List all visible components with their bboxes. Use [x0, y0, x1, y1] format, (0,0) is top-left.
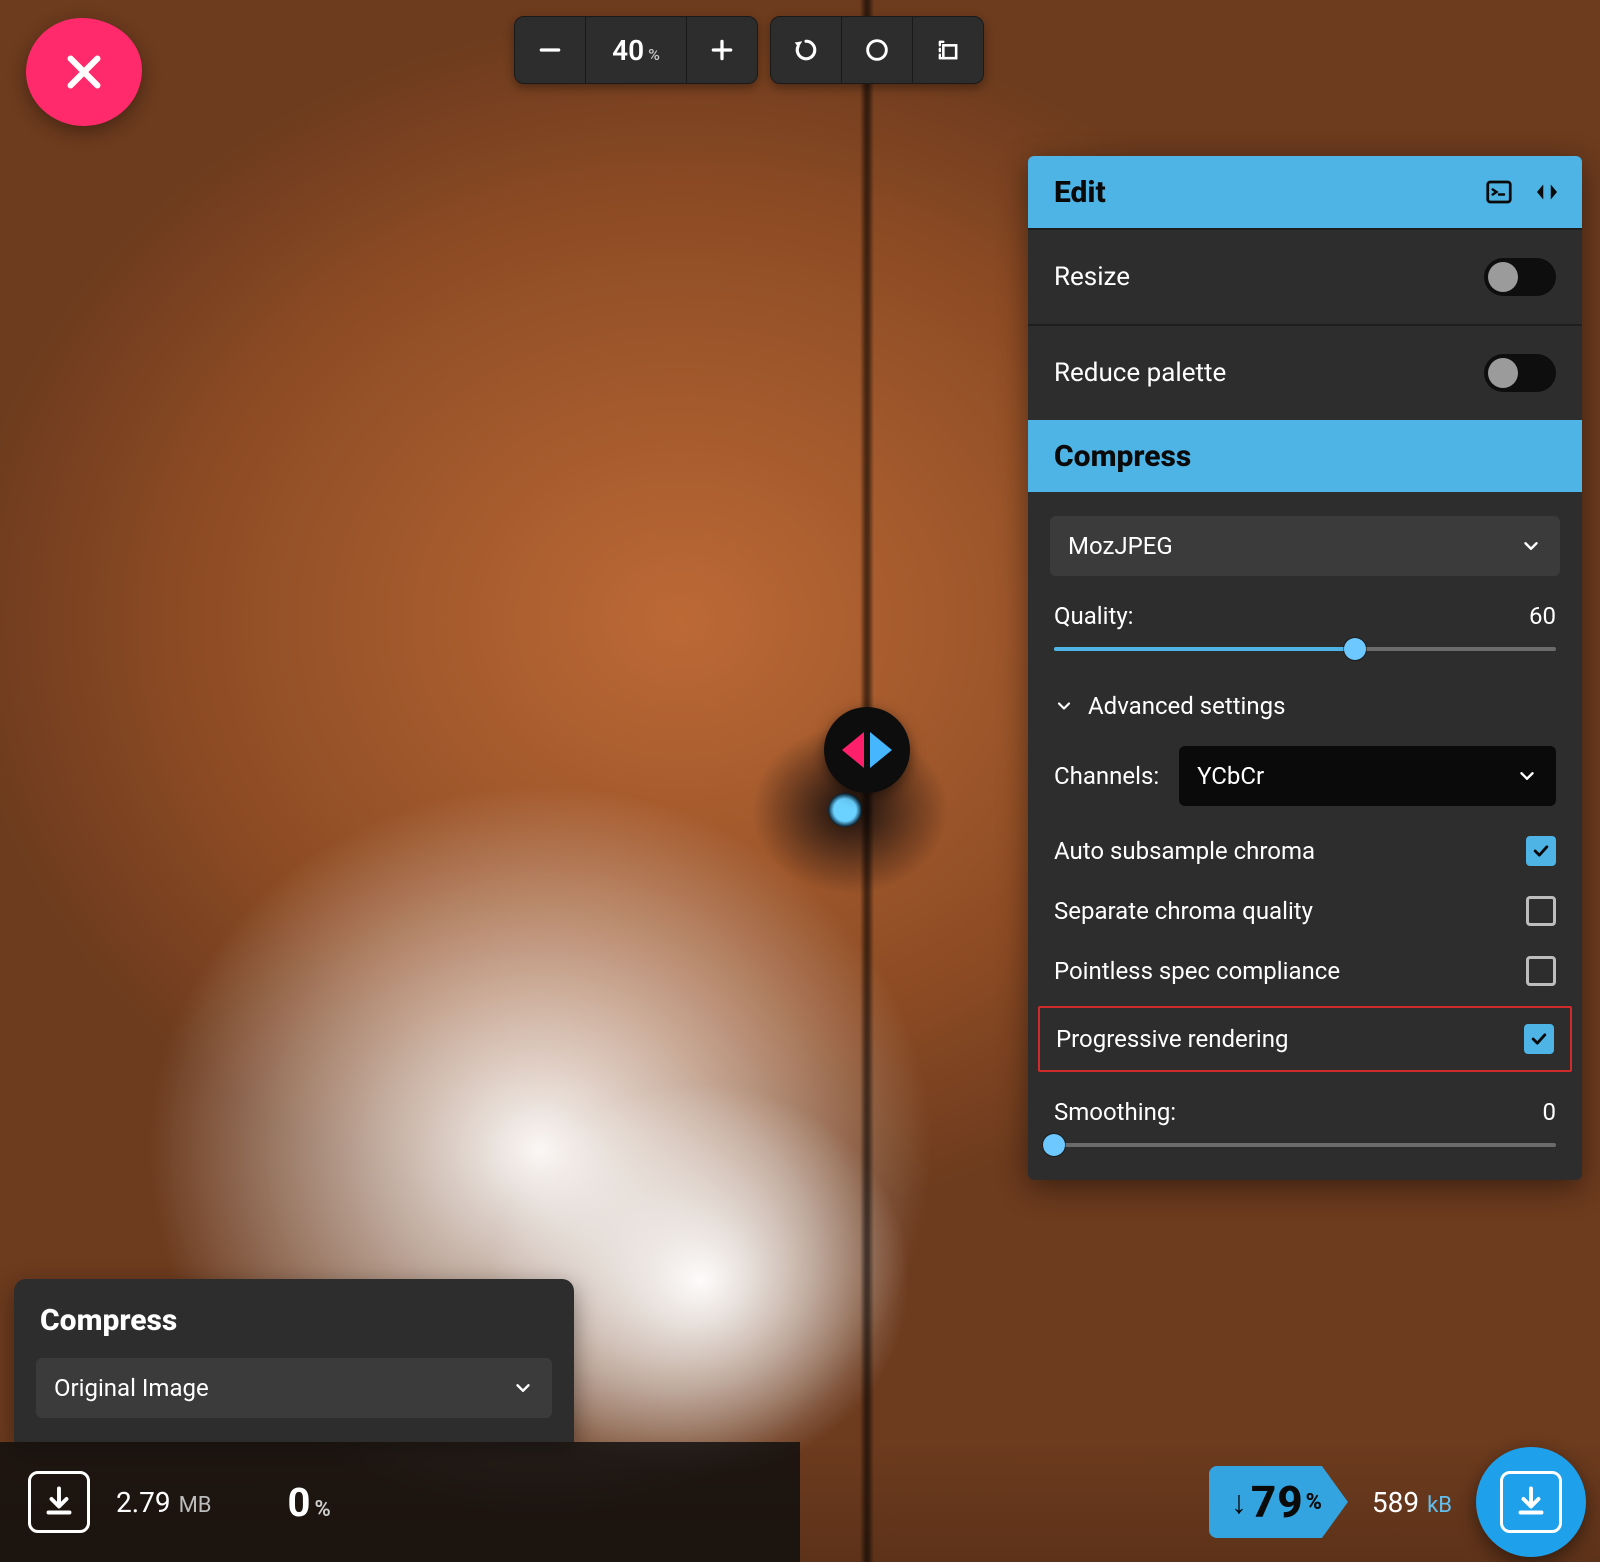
pointless-row: Pointless spec compliance: [1028, 926, 1582, 986]
transform-group: [770, 16, 984, 84]
quality-label: Quality:: [1054, 602, 1134, 630]
chevron-down-icon: [1520, 535, 1542, 557]
chevron-down-icon: [1516, 765, 1538, 787]
resize-toggle[interactable]: [1484, 258, 1556, 296]
original-savings: 0 %: [288, 1479, 331, 1526]
check-icon: [1529, 1029, 1549, 1049]
left-codec-select[interactable]: Original Image: [36, 1358, 552, 1418]
compress-body: MozJPEG Quality: 60 Advanced settings Ch…: [1028, 492, 1582, 1180]
close-icon: [61, 49, 107, 95]
auto-subsample-checkbox[interactable]: [1526, 836, 1556, 866]
panel-header-edit: Edit: [1028, 156, 1582, 228]
zoom-number: 40: [612, 34, 644, 67]
arrow-down-icon: ↓: [1231, 1483, 1247, 1521]
plus-icon: [709, 37, 735, 63]
channels-selected: YCbCr: [1197, 762, 1264, 790]
bottom-right-bar: ↓ 79 % 589 kB: [1195, 1442, 1600, 1562]
savings-value: 79: [1251, 1476, 1304, 1528]
pointless-checkbox[interactable]: [1526, 956, 1556, 986]
advanced-settings-toggle[interactable]: Advanced settings: [1028, 666, 1582, 726]
check-icon: [1531, 841, 1551, 861]
bottom-left-bar: 2.79 MB 0 %: [0, 1442, 800, 1562]
reduce-palette-toggle[interactable]: [1484, 354, 1556, 392]
auto-subsample-row: Auto subsample chroma: [1028, 806, 1582, 866]
auto-subsample-label: Auto subsample chroma: [1054, 837, 1315, 865]
separate-chroma-row: Separate chroma quality: [1028, 866, 1582, 926]
collapse-icon: [1532, 177, 1562, 207]
reduce-palette-label: Reduce palette: [1054, 358, 1226, 388]
quality-value[interactable]: 60: [1529, 602, 1556, 630]
zoom-percent: %: [648, 45, 660, 64]
compare-handle[interactable]: [824, 707, 910, 793]
left-compress-title: Compress: [14, 1279, 574, 1348]
smoothing-label: Smoothing:: [1054, 1098, 1176, 1126]
codec-select[interactable]: MozJPEG: [1050, 516, 1560, 576]
original-size-value: 2.79: [116, 1486, 171, 1519]
separate-chroma-label: Separate chroma quality: [1054, 897, 1313, 925]
separate-chroma-checkbox[interactable]: [1526, 896, 1556, 926]
codec-selected: MozJPEG: [1068, 532, 1173, 560]
chevron-down-icon: [512, 1377, 534, 1399]
close-button[interactable]: [26, 18, 142, 126]
chevron-down-icon: [1054, 696, 1074, 716]
output-size-unit: kB: [1427, 1493, 1452, 1518]
quality-slider[interactable]: [1054, 640, 1556, 658]
zoom-value[interactable]: 40 %: [586, 34, 686, 67]
progressive-row: Progressive rendering: [1038, 1006, 1572, 1072]
triangle-right-icon: [870, 732, 892, 768]
resize-row: Resize: [1028, 228, 1582, 324]
smoothing-value[interactable]: 0: [1543, 1098, 1557, 1126]
reduce-palette-row: Reduce palette: [1028, 324, 1582, 420]
pointless-label: Pointless spec compliance: [1054, 957, 1340, 985]
advanced-label: Advanced settings: [1088, 692, 1286, 720]
triangle-left-icon: [842, 732, 864, 768]
cli-button[interactable]: [1482, 175, 1516, 209]
background-toggle-button[interactable]: [842, 17, 912, 83]
progressive-checkbox[interactable]: [1524, 1024, 1554, 1054]
original-size-unit: MB: [179, 1493, 212, 1518]
savings-tag: ↓ 79 %: [1209, 1466, 1348, 1538]
savings-symbol: %: [1306, 1490, 1322, 1515]
rotate-icon: [791, 35, 821, 65]
download-icon: [1513, 1484, 1549, 1520]
original-size: 2.79 MB: [116, 1486, 212, 1519]
compress-section-header: Compress: [1028, 420, 1582, 492]
crop-button[interactable]: [913, 17, 983, 83]
progressive-label: Progressive rendering: [1056, 1025, 1288, 1053]
settings-panel: Edit Resize Reduce palette Compress MozJ…: [1028, 156, 1582, 1180]
top-toolbar: 40 %: [514, 16, 984, 84]
original-savings-value: 0: [288, 1479, 311, 1526]
smoothing-slider[interactable]: [1054, 1136, 1556, 1154]
output-size: 589 kB: [1372, 1486, 1452, 1519]
original-savings-symbol: %: [314, 1497, 330, 1522]
channels-select[interactable]: YCbCr: [1179, 746, 1556, 806]
resize-label: Resize: [1054, 262, 1130, 292]
zoom-group: 40 %: [514, 16, 758, 84]
terminal-icon: [1484, 177, 1514, 207]
rotate-button[interactable]: [771, 17, 841, 83]
compare-divider[interactable]: [860, 0, 874, 1562]
quality-row: Quality: 60: [1028, 576, 1582, 630]
download-icon: [41, 1484, 77, 1520]
download-original-button[interactable]: [28, 1471, 90, 1533]
collapse-panel-button[interactable]: [1530, 175, 1564, 209]
left-compress-panel: Compress Original Image: [14, 1279, 574, 1442]
smoothing-row: Smoothing: 0: [1028, 1072, 1582, 1126]
output-size-value: 589: [1372, 1486, 1419, 1519]
edit-title: Edit: [1054, 175, 1106, 210]
channels-row: Channels: YCbCr: [1028, 726, 1582, 806]
zoom-in-button[interactable]: [687, 17, 757, 83]
circle-icon: [863, 36, 891, 64]
download-compressed-button[interactable]: [1476, 1447, 1586, 1557]
zoom-out-button[interactable]: [515, 17, 585, 83]
left-codec-selected: Original Image: [54, 1374, 209, 1402]
channels-label: Channels:: [1054, 762, 1159, 790]
minus-icon: [537, 37, 563, 63]
crop-icon: [934, 36, 962, 64]
